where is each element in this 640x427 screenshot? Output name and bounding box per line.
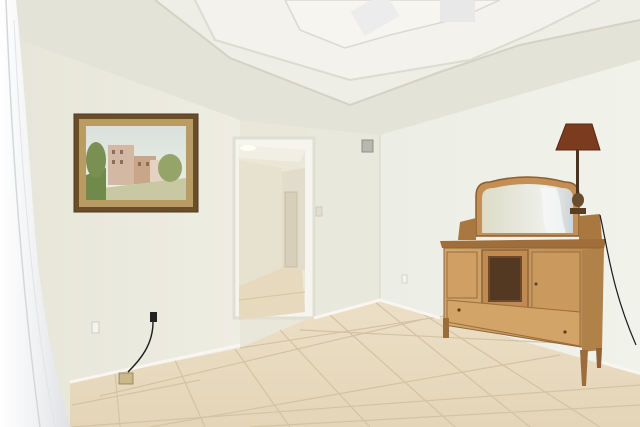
wall-vent: [361, 139, 374, 153]
sideboard-left-door: [446, 251, 478, 299]
mirror-bracket-right: [579, 214, 602, 240]
hall-light: [240, 145, 256, 151]
sideboard-leg: [443, 318, 449, 338]
room-photo: [0, 0, 640, 427]
wall-outlet-right: [401, 274, 408, 284]
framed-painting: [73, 113, 199, 213]
hall-door: [284, 191, 298, 268]
floor-outlet: [118, 372, 134, 385]
room-illustration: [0, 0, 640, 427]
lamp-base: [570, 208, 586, 214]
doorway: [232, 136, 316, 320]
corner-wall: [310, 128, 380, 318]
fan-housing: [440, 0, 475, 22]
lamp-stem: [576, 150, 579, 195]
sideboard-leg: [596, 348, 602, 368]
wall-outlet: [91, 321, 100, 334]
phone-jack: [150, 312, 157, 322]
light-switch: [315, 206, 323, 217]
